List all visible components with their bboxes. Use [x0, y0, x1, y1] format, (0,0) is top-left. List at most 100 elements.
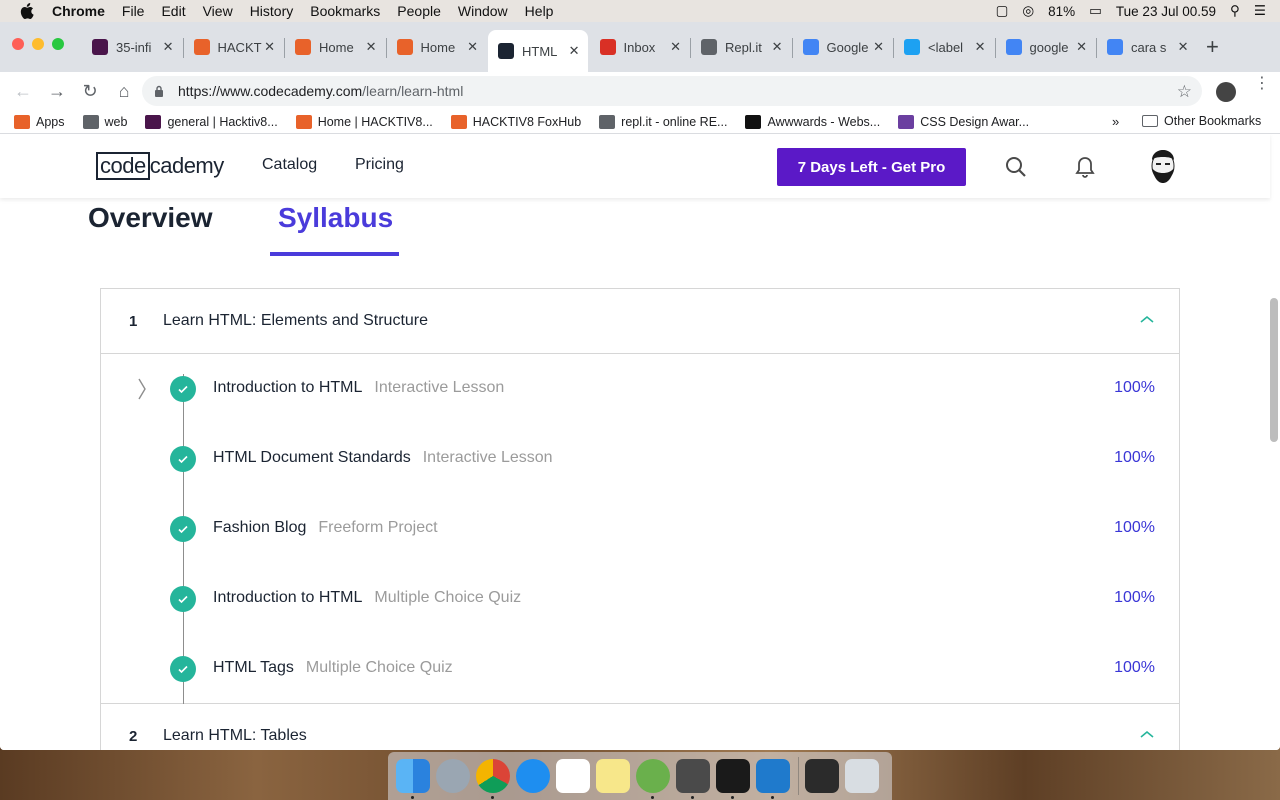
bookmark-item[interactable]: general | Hacktiv8... — [145, 114, 278, 129]
tab-close-icon[interactable]: ✕ — [163, 39, 174, 55]
notes-icon[interactable] — [596, 759, 630, 793]
module-header[interactable]: 2 Learn HTML: Tables — [101, 704, 1179, 750]
lesson-title-group[interactable]: HTML Tags Multiple Choice Quiz — [213, 659, 453, 677]
bookmark-item[interactable]: Awwwards - Webs... — [745, 114, 880, 129]
new-tab-button[interactable]: + — [1206, 36, 1219, 58]
lesson-title-group[interactable]: HTML Document Standards Interactive Lesso… — [213, 449, 553, 467]
notification-center-icon[interactable]: ☰ — [1254, 3, 1266, 19]
chevron-up-icon[interactable] — [1139, 311, 1155, 327]
chrome-menu-icon[interactable]: ⋮ — [1254, 76, 1270, 92]
menu-bookmarks[interactable]: Bookmarks — [310, 3, 380, 19]
spotlight-search-icon[interactable]: ⚲ — [1230, 3, 1240, 19]
tab-close-icon[interactable]: ✕ — [670, 39, 681, 55]
tab-close-icon[interactable]: ✕ — [467, 39, 478, 55]
menu-edit[interactable]: Edit — [161, 3, 185, 19]
launchpad-icon[interactable] — [436, 759, 470, 793]
trash-icon[interactable] — [845, 759, 879, 793]
apple-menu-icon[interactable] — [20, 3, 34, 19]
search-icon[interactable] — [1005, 156, 1027, 178]
module-header[interactable]: 1 Learn HTML: Elements and Structure — [101, 289, 1179, 354]
forward-arrow-icon[interactable]: → — [48, 82, 66, 100]
back-arrow-icon[interactable]: ← — [14, 82, 32, 100]
profile-avatar-icon[interactable] — [1216, 82, 1236, 102]
other-bookmarks-folder[interactable]: Other Bookmarks — [1142, 114, 1261, 128]
menu-app-name[interactable]: Chrome — [52, 3, 105, 19]
calendar-icon[interactable] — [556, 759, 590, 793]
menu-file[interactable]: File — [122, 3, 145, 19]
tab-close-icon[interactable]: ✕ — [772, 39, 783, 55]
browser-tab[interactable]: <label ✕ — [894, 30, 994, 64]
bookmark-item[interactable]: repl.it - online RE... — [599, 114, 727, 129]
wifi-icon[interactable]: ◎ — [1022, 3, 1034, 19]
menu-history[interactable]: History — [250, 3, 294, 19]
chrome-icon[interactable] — [476, 759, 510, 799]
clock[interactable]: Tue 23 Jul 00.59 — [1116, 4, 1216, 19]
browser-tab[interactable]: HACKT ✕ — [184, 30, 284, 64]
finder-icon[interactable] — [396, 759, 430, 799]
nav-catalog[interactable]: Catalog — [262, 156, 317, 174]
address-bar[interactable]: https://www.codecademy.com/learn/learn-h… — [142, 76, 1202, 106]
utorrent-icon[interactable] — [636, 759, 670, 799]
tab-syllabus[interactable]: Syllabus — [278, 202, 393, 234]
tab-close-icon[interactable]: ✕ — [873, 39, 884, 55]
browser-tab[interactable]: Repl.it ✕ — [691, 30, 791, 64]
tunnel-icon[interactable] — [676, 759, 710, 799]
tab-close-icon[interactable]: ✕ — [1076, 39, 1087, 55]
bookmarks-overflow-button[interactable]: » — [1112, 114, 1119, 129]
page-scrollbar[interactable] — [1270, 298, 1278, 442]
bookmark-item[interactable]: web — [82, 114, 127, 129]
vscode-icon[interactable] — [756, 759, 790, 799]
browser-tab[interactable]: cara s ✕ — [1097, 30, 1197, 64]
browser-tab[interactable]: Google ✕ — [793, 30, 893, 64]
battery-percent[interactable]: 81% — [1048, 4, 1075, 19]
close-window-button[interactable] — [12, 38, 24, 50]
terminal-icon[interactable] — [716, 759, 750, 799]
minimized-window-icon[interactable] — [805, 759, 839, 793]
reload-icon[interactable]: ↻ — [82, 82, 98, 100]
lesson-row[interactable]: Introduction to HTML Multiple Choice Quiz… — [101, 564, 1179, 634]
menu-view[interactable]: View — [203, 3, 233, 19]
menu-window[interactable]: Window — [458, 3, 508, 19]
lesson-title-group[interactable]: Introduction to HTML Interactive Lesson — [213, 379, 504, 397]
bookmark-item[interactable]: Home | HACKTIV8... — [295, 114, 433, 129]
lesson-title-group[interactable]: Fashion Blog Freeform Project — [213, 519, 438, 537]
tab-close-icon[interactable]: ✕ — [366, 39, 377, 55]
browser-tab[interactable]: HTML ✕ — [488, 30, 588, 72]
codecademy-logo[interactable]: code cademy — [96, 152, 224, 180]
nav-pricing[interactable]: Pricing — [355, 156, 404, 174]
bell-icon[interactable] — [1074, 156, 1096, 178]
url-path: /learn/learn-html — [362, 83, 464, 99]
user-avatar[interactable] — [1144, 148, 1182, 186]
get-pro-button[interactable]: 7 Days Left - Get Pro — [777, 148, 966, 186]
browser-tab[interactable]: google ✕ — [996, 30, 1096, 64]
browser-tab[interactable]: Home ✕ — [285, 30, 385, 64]
minimize-window-button[interactable] — [32, 38, 44, 50]
battery-icon[interactable]: ▭ — [1089, 3, 1102, 19]
zoom-window-button[interactable] — [52, 38, 64, 50]
lesson-row[interactable]: HTML Document Standards Interactive Lesso… — [101, 424, 1179, 494]
menu-help[interactable]: Help — [525, 3, 554, 19]
lesson-title-group[interactable]: Introduction to HTML Multiple Choice Quiz — [213, 589, 521, 607]
tab-close-icon[interactable]: ✕ — [264, 39, 275, 55]
tab-overview[interactable]: Overview — [88, 202, 213, 234]
bookmark-item[interactable]: HACKTIV8 FoxHub — [450, 114, 581, 129]
safari-icon[interactable] — [516, 759, 550, 793]
chevron-up-icon[interactable] — [1139, 726, 1155, 742]
menu-people[interactable]: People — [397, 3, 441, 19]
lesson-row[interactable]: HTML Tags Multiple Choice Quiz 100% — [101, 634, 1179, 704]
lesson-row[interactable]: Fashion Blog Freeform Project 100% — [101, 494, 1179, 564]
tab-close-icon[interactable]: ✕ — [1178, 39, 1189, 55]
browser-tab[interactable]: Inbox ✕ — [590, 30, 690, 64]
home-icon[interactable]: ⌂ — [116, 82, 132, 100]
tab-close-icon[interactable]: ✕ — [975, 39, 986, 55]
bookmark-item[interactable]: CSS Design Awar... — [898, 114, 1029, 129]
notification-icon[interactable]: ▢ — [996, 3, 1009, 19]
tab-close-icon[interactable]: ✕ — [569, 43, 580, 59]
browser-tab[interactable]: 35-infi ✕ — [82, 30, 182, 64]
chevron-right-icon[interactable] — [137, 378, 147, 400]
bookmark-item[interactable]: Apps — [14, 114, 65, 129]
lesson-row[interactable]: Introduction to HTML Interactive Lesson 10… — [101, 354, 1179, 424]
bookmark-star-icon[interactable]: ☆ — [1177, 82, 1192, 102]
browser-tab[interactable]: Home ✕ — [387, 30, 487, 64]
browser-toolbar: ← → ↻ ⌂ https://www.codecademy.com/learn… — [0, 72, 1280, 110]
